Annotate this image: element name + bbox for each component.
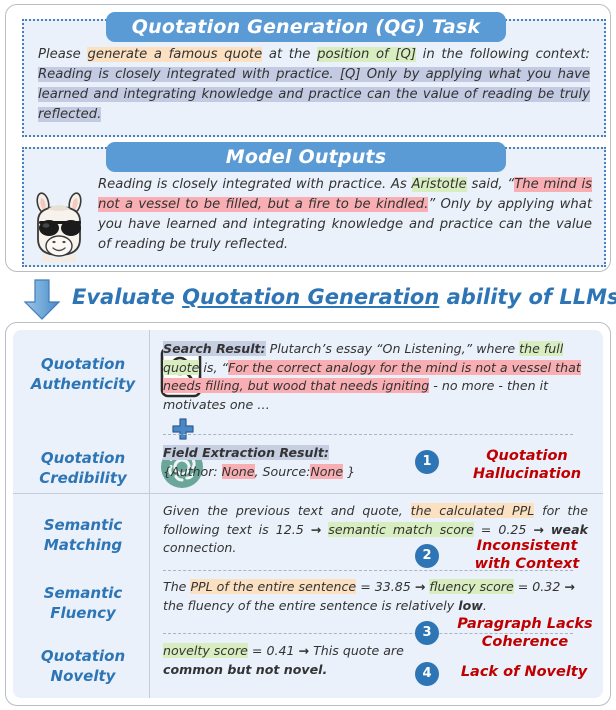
text-run: Given the previous text and quote,	[163, 503, 411, 518]
verdict-badge-4: 4	[415, 662, 439, 686]
qg-task-banner: Quotation Generation (QG) Task	[106, 12, 506, 42]
fluency-detail-text: The PPL of the entire sentence = 33.85 →…	[163, 578, 588, 615]
text-run: This quote are	[309, 643, 404, 658]
label-line-1: Semantic	[43, 516, 123, 534]
label-line-2: Credibility	[39, 469, 127, 487]
text-run: Reading is closely integrated with pract…	[38, 67, 590, 122]
headline-underlined: Quotation Generation	[182, 285, 440, 309]
novelty-detail-text: novelty score = 0.41 → This quote are co…	[163, 642, 453, 679]
verdict-line-2: Hallucination	[472, 466, 582, 482]
text-run: →	[564, 579, 575, 594]
text-run: .	[482, 597, 487, 613]
criterion-quotation-credibility: Quotation Credibility	[23, 448, 143, 488]
label-line-1: Quotation	[40, 647, 126, 665]
label-line-1: Quotation	[40, 449, 126, 467]
verdict-badge-1: 1	[415, 450, 439, 474]
text-run: The	[163, 579, 191, 594]
text-run: Plutarch’s essay “On Listening,” where	[265, 341, 520, 356]
divider-auth-cred	[163, 434, 573, 435]
text-run: is, “	[199, 359, 228, 375]
text-run: at the	[262, 47, 318, 62]
authenticity-detail-text: Search Result: Plutarch’s essay “On List…	[163, 340, 588, 414]
model-output-text: Reading is closely integrated with pract…	[98, 175, 592, 255]
text-run: →	[533, 521, 544, 537]
text-run: , Source:	[254, 463, 311, 479]
text-run: = 0.41	[247, 643, 299, 658]
text-run: connection.	[163, 540, 237, 555]
criterion-semantic-fluency: Semantic Fluency	[23, 583, 143, 623]
text-run: the fluency of the entire sentence is re…	[163, 597, 459, 613]
verdict-line-1: Quotation	[486, 448, 568, 464]
criterion-quotation-novelty: Quotation Novelty	[23, 646, 143, 686]
prompt-and-output-panel: Quotation Generation (QG) Task Please ge…	[5, 4, 611, 272]
verdict-text-2: Inconsistent with Context	[453, 537, 601, 573]
text-run: said, “	[466, 177, 515, 192]
qg-task-prompt-text: Please generate a famous quote at the po…	[38, 45, 590, 125]
llama-avatar	[36, 192, 82, 262]
text-run: low	[458, 597, 483, 613]
text-run: Search Result:	[163, 341, 266, 356]
text-run: semantic match score	[328, 521, 474, 537]
text-run: = 0.32	[513, 579, 565, 594]
verdict-text-4: Lack of Novelty	[447, 663, 601, 681]
evaluate-headline: Evaluate Quotation Generation ability of…	[72, 285, 616, 309]
verdict-text-3: Paragraph Lacks Coherence	[449, 615, 601, 651]
verdict-line-2: with Context	[474, 556, 580, 572]
criteria-divider	[149, 330, 150, 698]
label-line-2: Fluency	[50, 604, 116, 622]
verdict-line-1: Paragraph Lacks	[457, 616, 593, 632]
text-run: }	[343, 463, 356, 479]
verdict-badge-3: 3	[415, 621, 439, 645]
text-run: = 33.85	[356, 579, 415, 594]
plus-icon	[172, 418, 194, 440]
text-run: {Author:	[163, 463, 222, 479]
text-run: Field Extraction Result:	[163, 445, 329, 460]
text-run: →	[298, 643, 310, 658]
verdict-line-1: Inconsistent	[476, 538, 578, 554]
down-arrow-icon	[23, 279, 61, 320]
text-run: the calculated PPL	[410, 503, 535, 518]
text-run: generate a famous quote	[87, 47, 263, 62]
figure-root: Quotation Generation (QG) Task Please ge…	[0, 0, 616, 710]
model-outputs-banner: Model Outputs	[106, 142, 506, 172]
verdict-line-1: Lack of Novelty	[460, 664, 588, 680]
label-line-2: Matching	[43, 536, 123, 554]
verdict-badge-2: 2	[415, 544, 439, 568]
label-line-2: Authenticity	[30, 375, 136, 393]
evaluation-grid: Quotation Authenticity Quotation Credibi…	[13, 330, 603, 698]
divider-row-1-2	[13, 493, 603, 494]
text-run: fluency score	[429, 579, 514, 594]
text-run: position of [Q]	[317, 47, 417, 62]
text-run: →	[414, 579, 426, 594]
criterion-semantic-matching: Semantic Matching	[23, 515, 143, 555]
text-run: Please	[38, 47, 88, 62]
text-run: in the following context:	[416, 47, 590, 62]
headline-post: ability of LLMs	[439, 285, 616, 309]
text-run: PPL of the entire sentence	[190, 579, 357, 594]
headline-pre: Evaluate	[72, 285, 183, 309]
label-line-1: Semantic	[43, 584, 123, 602]
evaluation-panel: Quotation Authenticity Quotation Credibi…	[5, 322, 611, 706]
label-line-1: Quotation	[40, 355, 126, 373]
verdict-text-1: Quotation Hallucination	[453, 447, 601, 483]
text-run: common but not novel.	[163, 661, 328, 677]
text-run: = 0.25	[473, 521, 534, 537]
text-run: →	[310, 521, 322, 537]
text-run: Aristotle	[411, 177, 467, 192]
text-run: None	[221, 463, 255, 479]
text-run: None	[310, 463, 344, 479]
text-run	[544, 522, 551, 537]
criterion-quotation-authenticity: Quotation Authenticity	[23, 354, 143, 394]
text-run: novelty score	[163, 643, 248, 658]
text-run: weak	[550, 521, 588, 537]
verdict-line-2: Coherence	[481, 634, 569, 650]
label-line-2: Novelty	[50, 667, 116, 685]
text-run: Reading is closely integrated with pract…	[98, 177, 412, 192]
